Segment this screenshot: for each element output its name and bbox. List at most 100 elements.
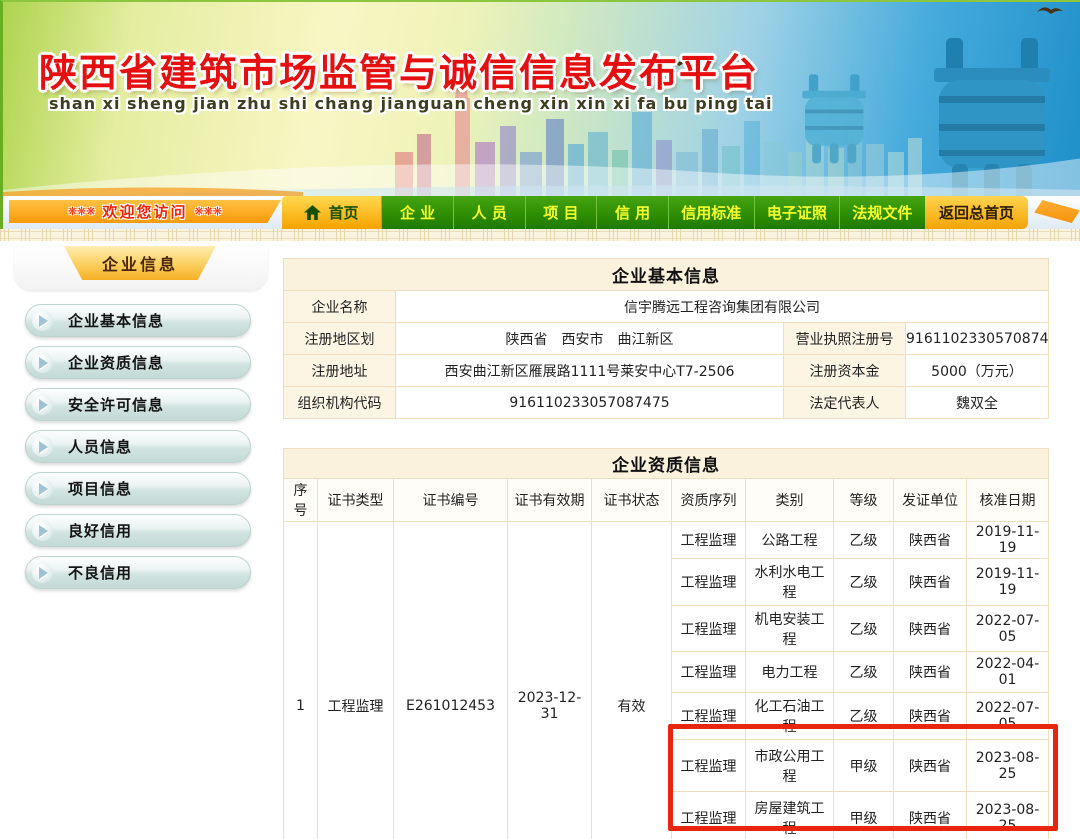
col-header-category: 类别	[745, 478, 834, 522]
nav-tab-project[interactable]: 项 目	[524, 196, 597, 229]
issuer-cell: 陕西省	[893, 605, 967, 652]
ornament-right: ❋❋❋	[194, 205, 223, 218]
arrow-right-icon	[32, 520, 53, 541]
address-label: 注册地址	[283, 354, 396, 387]
legal-rep-label: 法定代表人	[783, 386, 906, 419]
main-navigation: ❋❋❋ 欢迎您访问 ❋❋❋ 首页 企 业 人 员 项 目 信 用 信用标准 电子…	[0, 196, 1080, 229]
sidebar-item-label: 企业基本信息	[68, 312, 165, 330]
category-cell: 机电安装工程	[745, 605, 834, 652]
cert-type: 工程监理	[317, 521, 394, 839]
sidebar-tab-panel: 企业信息	[14, 246, 268, 290]
cert-valid-until: 2023-12-31	[507, 521, 592, 839]
grade-cell: 乙级	[833, 605, 894, 652]
sidebar-tab-enterprise-info[interactable]: 企业信息	[64, 246, 216, 280]
col-header-valid-until: 证书有效期	[507, 478, 592, 522]
license-no-label: 营业执照注册号	[783, 322, 906, 355]
sidebar-item-good-credit[interactable]: 良好信用	[25, 514, 251, 547]
nav-tab-regulations[interactable]: 法规文件	[839, 196, 925, 229]
col-header-status: 证书状态	[591, 478, 672, 522]
nav-tab-credit[interactable]: 信 用	[596, 196, 668, 229]
return-home-button[interactable]: 返回总首页	[924, 196, 1029, 229]
category-cell: 电力工程	[745, 651, 834, 693]
arrow-right-icon	[32, 310, 53, 331]
sidebar-item-label: 人员信息	[68, 438, 133, 456]
series-cell: 工程监理	[671, 739, 746, 792]
sidebar-item-safety-license[interactable]: 安全许可信息	[25, 388, 251, 421]
sidebar-item-qualification-info[interactable]: 企业资质信息	[25, 346, 251, 379]
issuer-cell: 陕西省	[893, 651, 967, 693]
sidebar-item-personnel-info[interactable]: 人员信息	[25, 430, 251, 463]
sidebar-item-bad-credit[interactable]: 不良信用	[25, 556, 251, 589]
sidebar-item-label: 项目信息	[68, 480, 133, 498]
grade-cell: 甲级	[833, 791, 894, 839]
nav-tab-label: 项 目	[543, 204, 579, 222]
nav-tab-e-certificate[interactable]: 电子证照	[753, 196, 840, 229]
date-cell: 2019-11-19	[966, 521, 1049, 559]
ornament-left: ❋❋❋	[67, 205, 96, 218]
grade-cell: 甲级	[833, 739, 894, 792]
col-header-issuer: 发证单位	[893, 478, 967, 522]
welcome-banner: ❋❋❋ 欢迎您访问 ❋❋❋	[9, 200, 281, 223]
category-cell: 化工石油工程	[745, 692, 834, 740]
welcome-text: 欢迎您访问	[102, 203, 188, 221]
series-cell: 工程监理	[671, 605, 746, 652]
sidebar-item-label: 不良信用	[68, 564, 133, 582]
nav-tab-label: 返回总首页	[938, 204, 1014, 222]
license-no-value: 916110233057087475	[905, 322, 1049, 355]
nav-tab-label: 信用标准	[681, 204, 742, 222]
bird-icon	[1037, 7, 1063, 14]
banner: 陕西省建筑市场监管与诚信信息发布平台 shan xi sheng jian zh…	[0, 0, 1080, 196]
series-cell: 工程监理	[671, 692, 746, 740]
nav-tab-enterprise[interactable]: 企 业	[381, 196, 453, 229]
date-cell: 2023-08-25	[966, 791, 1049, 839]
nav-tab-credit-standard[interactable]: 信用标准	[667, 196, 754, 229]
issuer-cell: 陕西省	[893, 521, 967, 559]
nav-tab-label: 人 员	[471, 204, 507, 222]
capital-label: 注册资本金	[783, 354, 906, 387]
col-header-grade: 等级	[833, 478, 894, 522]
cert-index: 1	[283, 521, 318, 839]
site-title: 陕西省建筑市场监管与诚信信息发布平台	[39, 51, 760, 95]
category-cell: 市政公用工程	[745, 739, 834, 792]
qualification-table: 企业资质信息 序号 证书类型 证书编号 证书有效期 证书状态 资质序列 类别 等…	[283, 448, 1049, 839]
arrow-right-icon	[32, 394, 53, 415]
company-name-label: 企业名称	[283, 290, 396, 323]
cert-number: E261012453	[393, 521, 508, 839]
nav-tab-personnel[interactable]: 人 员	[452, 196, 525, 229]
region-value: 陕西省 西安市 曲江新区	[395, 322, 784, 355]
col-header-approve-date: 核准日期	[966, 478, 1049, 522]
sidebar-item-basic-info[interactable]: 企业基本信息	[25, 304, 251, 337]
col-header-index: 序号	[283, 478, 318, 522]
issuer-cell: 陕西省	[893, 739, 967, 792]
series-cell: 工程监理	[671, 651, 746, 693]
nav-tab-label: 法规文件	[852, 204, 913, 222]
arrow-right-icon	[32, 436, 53, 457]
category-cell: 水利水电工程	[745, 558, 834, 606]
series-cell: 工程监理	[671, 791, 746, 839]
arrow-right-icon	[32, 562, 53, 583]
decorative-border-strip	[0, 229, 1080, 241]
date-cell: 2022-04-01	[966, 651, 1049, 693]
sidebar-item-label: 企业资质信息	[68, 354, 165, 372]
sidebar-item-project-info[interactable]: 项目信息	[25, 472, 251, 505]
nav-tail-decoration	[1034, 200, 1080, 223]
col-header-cert-number: 证书编号	[393, 478, 508, 522]
org-code-label: 组织机构代码	[283, 386, 396, 419]
qualification-title: 企业资质信息	[283, 448, 1049, 479]
address-value: 西安曲江新区雁展路1111号莱安中心T7-2506	[395, 354, 784, 387]
nav-tab-label: 信 用	[614, 204, 651, 222]
date-cell: 2022-07-05	[966, 605, 1049, 652]
col-header-cert-type: 证书类型	[317, 478, 394, 522]
home-icon	[304, 205, 322, 220]
basic-info-title: 企业基本信息	[283, 258, 1049, 291]
org-code-value: 916110233057087475	[395, 386, 784, 419]
nav-tab-label: 企 业	[399, 204, 436, 222]
arrow-right-icon	[32, 352, 53, 373]
company-name-value: 信宇腾远工程咨询集团有限公司	[395, 290, 1049, 323]
legal-rep-value: 魏双全	[905, 386, 1049, 419]
grade-cell: 乙级	[833, 651, 894, 693]
nav-tab-home[interactable]: 首页	[281, 196, 382, 229]
series-cell: 工程监理	[671, 558, 746, 606]
series-cell: 工程监理	[671, 521, 746, 559]
cert-status: 有效	[591, 521, 672, 839]
